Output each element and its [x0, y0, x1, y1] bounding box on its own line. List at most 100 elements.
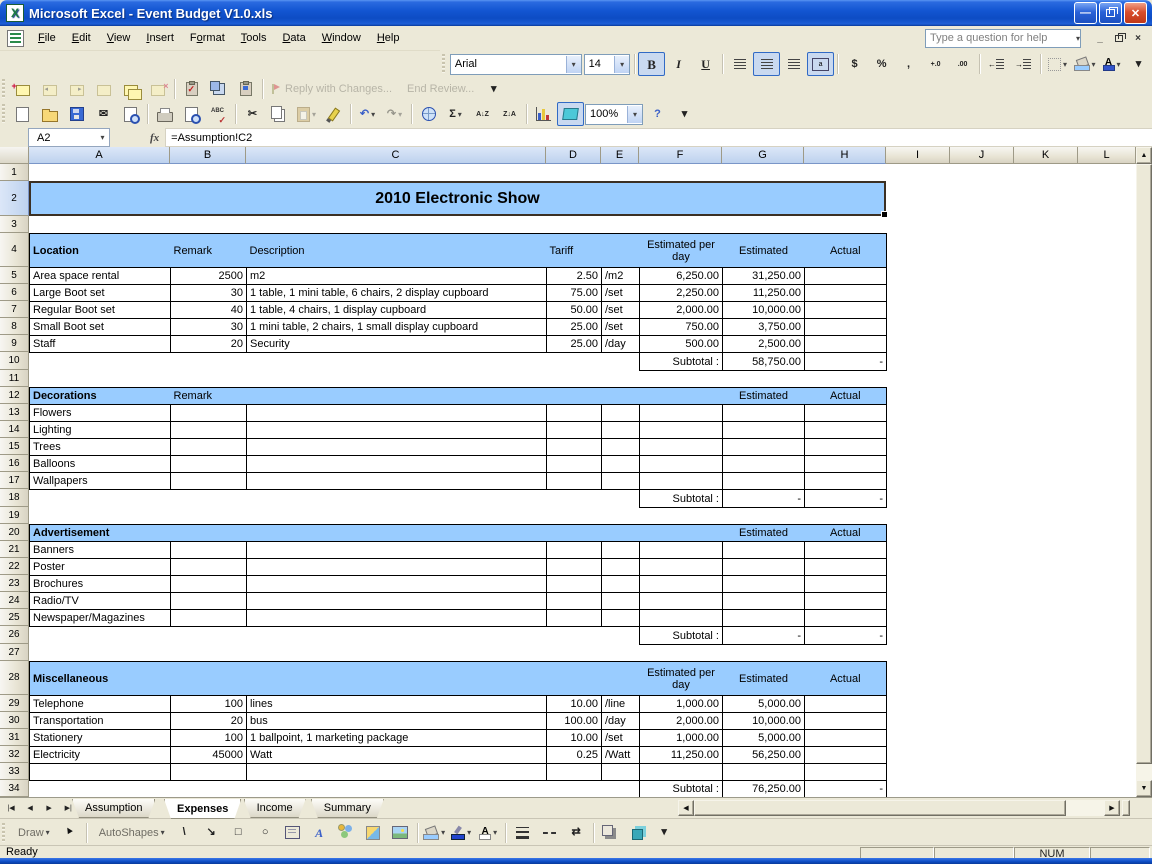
cell-E9[interactable]: /day — [602, 336, 640, 353]
email-button[interactable]: ✉ — [90, 102, 117, 126]
select-all-corner[interactable] — [0, 147, 29, 164]
cell-A31[interactable]: Stationery — [30, 730, 171, 747]
increase-indent-button[interactable] — [1010, 52, 1037, 76]
cell-H30[interactable] — [805, 713, 887, 730]
cell-D33[interactable] — [547, 764, 602, 781]
insert-wordart-button[interactable]: A — [306, 821, 333, 845]
cell-H18[interactable]: - — [805, 490, 887, 508]
cell-H23[interactable] — [805, 576, 887, 593]
comma-style-button[interactable]: , — [895, 52, 922, 76]
cell-B22[interactable] — [171, 559, 247, 576]
cell-A23[interactable]: Brochures — [30, 576, 171, 593]
column-header-K[interactable]: K — [1014, 147, 1078, 164]
next-comment-button[interactable] — [63, 77, 90, 101]
cell-C28[interactable] — [247, 662, 547, 696]
cell-H26[interactable]: - — [805, 627, 887, 645]
spelling-button[interactable]: ABC — [205, 102, 232, 126]
cell-F13[interactable] — [640, 405, 723, 422]
cell-H10[interactable]: - — [805, 353, 887, 371]
row-header-15[interactable]: 15 — [0, 438, 29, 455]
row-header-23[interactable]: 23 — [0, 575, 29, 592]
cell-A29[interactable]: Telephone — [30, 696, 171, 713]
cell-D32[interactable]: 0.25 — [547, 747, 602, 764]
cell-A25[interactable]: Newspaper/Magazines — [30, 610, 171, 627]
row-header-10[interactable]: 10 — [0, 352, 29, 370]
cell-B21[interactable] — [171, 542, 247, 559]
menu-view[interactable]: View — [99, 29, 139, 47]
arrow-style-button[interactable]: ⇄ — [563, 821, 590, 845]
draw-menu-button[interactable]: Draw▾ — [9, 821, 56, 845]
increase-decimal-button[interactable]: +.0 — [922, 52, 949, 76]
cell-H25[interactable] — [805, 610, 887, 627]
chevron-down-icon[interactable]: ▾ — [467, 828, 471, 837]
cell-A21[interactable]: Banners — [30, 542, 171, 559]
line-style-button[interactable] — [509, 821, 536, 845]
reply-with-changes-button[interactable]: Reply with Changes... — [266, 77, 398, 101]
toolbar-grip[interactable] — [2, 823, 5, 843]
undo-button[interactable]: ↶▾ — [354, 102, 381, 126]
menu-window[interactable]: Window — [314, 29, 369, 47]
row-header-30[interactable]: 30 — [0, 712, 29, 729]
cell-H24[interactable] — [805, 593, 887, 610]
font-color-button[interactable]: ▾ — [1098, 52, 1125, 76]
format-painter-button[interactable] — [320, 102, 347, 126]
menu-edit[interactable]: Edit — [64, 29, 99, 47]
cell-G18[interactable]: - — [723, 490, 805, 508]
cell-D22[interactable] — [547, 559, 602, 576]
row-header-25[interactable]: 25 — [0, 609, 29, 626]
cell-B12[interactable]: Remark — [171, 388, 247, 405]
menu-insert[interactable]: Insert — [138, 29, 182, 47]
chart-wizard-button[interactable] — [530, 102, 557, 126]
cell-D20[interactable] — [547, 525, 640, 542]
cell-F17[interactable] — [640, 473, 723, 490]
row-header-19[interactable]: 19 — [0, 507, 29, 524]
row-header-5[interactable]: 5 — [0, 267, 29, 284]
cut-button[interactable]: ✂ — [239, 102, 266, 126]
sheet-tab-summary[interactable]: Summary — [311, 799, 384, 818]
cell-G7[interactable]: 10,000.00 — [723, 302, 805, 319]
cell-F28[interactable]: Estimated per day — [640, 662, 723, 696]
cell-F5[interactable]: 6,250.00 — [640, 268, 723, 285]
cell-G9[interactable]: 2,500.00 — [723, 336, 805, 353]
line-color-button[interactable]: ▾ — [448, 821, 475, 845]
cell-C15[interactable] — [247, 439, 547, 456]
cell-D16[interactable] — [547, 456, 602, 473]
autosum-button[interactable]: Σ▾ — [442, 102, 469, 126]
cell-G34[interactable]: 76,250.00 — [723, 781, 805, 798]
cell-E13[interactable] — [602, 405, 640, 422]
cell-B5[interactable]: 2500 — [171, 268, 247, 285]
cell-E31[interactable]: /set — [602, 730, 640, 747]
first-sheet-button[interactable]: |◀ — [3, 800, 19, 816]
align-right-button[interactable] — [780, 52, 807, 76]
cell-F16[interactable] — [640, 456, 723, 473]
row-header-16[interactable]: 16 — [0, 455, 29, 472]
cell-C12[interactable] — [247, 388, 547, 405]
cell-H4[interactable]: Actual — [805, 234, 887, 268]
cell-C13[interactable] — [247, 405, 547, 422]
cell-H22[interactable] — [805, 559, 887, 576]
cell-E21[interactable] — [602, 542, 640, 559]
cell-F12[interactable] — [640, 388, 723, 405]
end-review-button[interactable]: End Review... — [398, 77, 480, 101]
column-header-G[interactable]: G — [722, 147, 804, 164]
row-header-4[interactable]: 4 — [0, 233, 29, 267]
open-button[interactable] — [36, 102, 63, 126]
cell-D14[interactable] — [547, 422, 602, 439]
cell-D6[interactable]: 75.00 — [547, 285, 602, 302]
zoom-combo[interactable]: 100%▾ — [585, 104, 643, 125]
cell-G6[interactable]: 11,250.00 — [723, 285, 805, 302]
column-header-H[interactable]: H — [804, 147, 886, 164]
cell-C29[interactable]: lines — [247, 696, 547, 713]
cell-F25[interactable] — [640, 610, 723, 627]
column-header-J[interactable]: J — [950, 147, 1014, 164]
autoshapes-menu-button[interactable]: AutoShapes▾ — [90, 821, 171, 845]
fill-color-button[interactable]: ▾ — [421, 821, 448, 845]
cell-B29[interactable]: 100 — [171, 696, 247, 713]
cell-B33[interactable] — [171, 764, 247, 781]
cell-B15[interactable] — [171, 439, 247, 456]
cell-C9[interactable]: Security — [247, 336, 547, 353]
underline-button[interactable]: U — [692, 52, 719, 76]
cell-D8[interactable]: 25.00 — [547, 319, 602, 336]
toolbar-options-button[interactable]: ▾ — [1125, 52, 1152, 76]
row-header-6[interactable]: 6 — [0, 284, 29, 301]
